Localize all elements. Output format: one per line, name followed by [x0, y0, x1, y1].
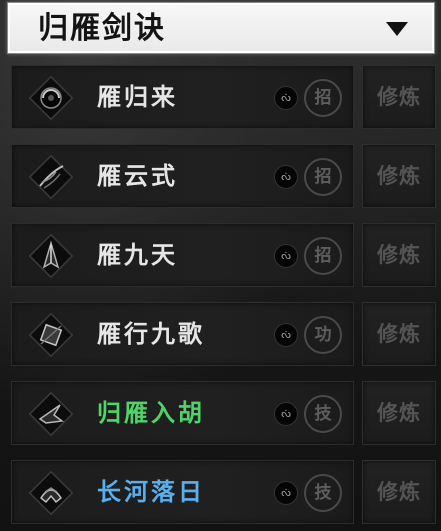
skill-type-badge: 技: [304, 395, 342, 433]
skill-set-title: 归雁剑诀: [38, 11, 166, 46]
cultivate-button[interactable]: 修炼: [362, 381, 436, 445]
skill-name: 雁九天: [97, 240, 178, 269]
skill-row-4[interactable]: 雁行九歌 ᔔ 功: [11, 302, 354, 366]
skill-row-2[interactable]: 雁云式 ᔔ 招: [11, 144, 354, 208]
rank-icon: ᔔ: [274, 244, 298, 268]
cultivate-button[interactable]: 修炼: [362, 223, 436, 287]
skill-name: 归雁入胡: [97, 398, 205, 427]
cultivate-button[interactable]: 修炼: [362, 302, 436, 366]
triangle-down-icon[interactable]: [386, 22, 408, 36]
rank-icon: ᔔ: [274, 165, 298, 189]
skill-name: 雁归来: [97, 82, 178, 111]
skill-row-5[interactable]: 归雁入胡 ᔔ 技: [11, 381, 354, 445]
skill-name: 雁云式: [97, 161, 178, 190]
skill-type-badge: 招: [304, 158, 342, 196]
cultivate-button[interactable]: 修炼: [362, 144, 436, 208]
wing-cloak-icon: [28, 233, 74, 279]
flying-blade-icon: [28, 391, 74, 437]
skill-name: 长河落日: [97, 477, 205, 506]
rank-icon: ᔔ: [274, 402, 298, 426]
swirl-orb-icon: [28, 75, 74, 121]
skill-set-dropdown[interactable]: 归雁剑诀: [7, 2, 435, 54]
skill-type-badge: 技: [304, 474, 342, 512]
skill-type-badge: 招: [304, 79, 342, 117]
cultivate-button[interactable]: 修炼: [362, 65, 436, 129]
skill-name: 雁行九歌: [97, 319, 205, 348]
skill-row-1[interactable]: 雁归来 ᔔ 招: [11, 65, 354, 129]
cube-seal-icon: [28, 312, 74, 358]
rank-icon: ᔔ: [274, 86, 298, 110]
skill-type-badge: 功: [304, 316, 342, 354]
rank-icon: ᔔ: [274, 323, 298, 347]
crest-helm-icon: [28, 470, 74, 516]
rank-icon: ᔔ: [274, 481, 298, 505]
skill-row-6[interactable]: 长河落日 ᔔ 技: [11, 460, 354, 524]
cultivate-button[interactable]: 修炼: [362, 460, 436, 524]
feather-flourish-icon: [28, 154, 74, 200]
skill-type-badge: 招: [304, 237, 342, 275]
skill-row-3[interactable]: 雁九天 ᔔ 招: [11, 223, 354, 287]
